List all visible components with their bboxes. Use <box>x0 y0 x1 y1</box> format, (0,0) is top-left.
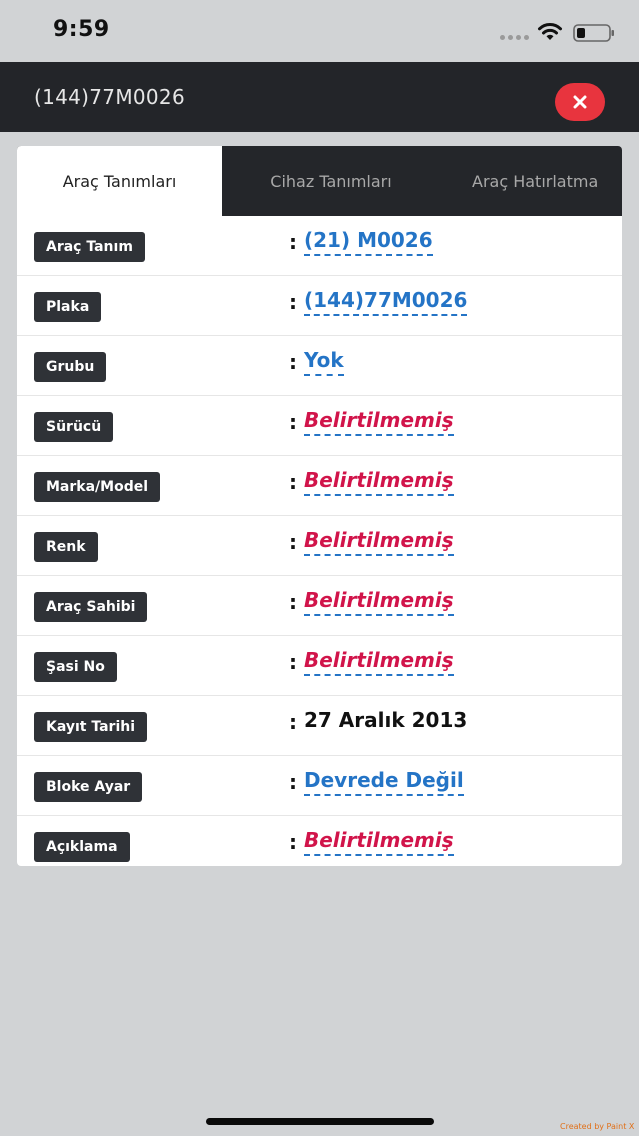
field-label: Grubu <box>34 352 107 382</box>
field-value-unset[interactable]: Belirtilmemiş <box>304 648 454 676</box>
field-value-unset[interactable]: Belirtilmemiş <box>304 828 454 856</box>
detail-row-arac-tanim: Araç Tanım : (21) M0026 <box>17 216 622 276</box>
detail-row-grubu: Grubu : Yok <box>17 336 622 396</box>
field-label: Plaka <box>34 292 102 322</box>
separator-colon: : <box>289 650 297 674</box>
separator-colon: : <box>289 710 297 734</box>
status-bar: 9:59 <box>0 0 639 62</box>
field-value-link[interactable]: (144)77M0026 <box>304 288 468 316</box>
field-label: Şasi No <box>34 652 117 682</box>
field-value-link[interactable]: Devrede Değil <box>304 768 464 796</box>
field-label: Sürücü <box>34 412 114 442</box>
detail-row-surucu: Sürücü : Belirtilmemiş <box>17 396 622 456</box>
detail-row-renk: Renk : Belirtilmemiş <box>17 516 622 576</box>
status-time: 9:59 <box>53 17 110 42</box>
wifi-icon <box>538 23 562 40</box>
field-value-unset[interactable]: Belirtilmemiş <box>304 468 454 496</box>
home-indicator[interactable] <box>206 1118 434 1125</box>
separator-colon: : <box>289 590 297 614</box>
field-value-link[interactable]: (21) M0026 <box>304 228 433 256</box>
separator-colon: : <box>289 530 297 554</box>
watermark: Created by Paint X <box>560 1122 635 1131</box>
field-label: Araç Tanım <box>34 232 145 262</box>
tab-bar: Araç Tanımları Cihaz Tanımları Araç Hatı… <box>17 146 622 216</box>
detail-row-aciklama: Açıklama : Belirtilmemiş <box>17 816 622 866</box>
field-label: Açıklama <box>34 832 130 862</box>
header-bar: (144)77M0026 <box>0 62 639 132</box>
battery-icon <box>573 24 614 42</box>
detail-row-plaka: Plaka : (144)77M0026 <box>17 276 622 336</box>
separator-colon: : <box>289 830 297 854</box>
separator-colon: : <box>289 770 297 794</box>
page-title: (144)77M0026 <box>34 85 185 109</box>
field-label: Kayıt Tarihi <box>34 712 148 742</box>
detail-row-kayit-tarihi: Kayıt Tarihi : 27 Aralık 2013 <box>17 696 622 756</box>
separator-colon: : <box>289 470 297 494</box>
vehicle-details-card: Araç Tanımları Cihaz Tanımları Araç Hatı… <box>17 146 622 866</box>
field-value-text: 27 Aralık 2013 <box>304 708 468 732</box>
field-label: Araç Sahibi <box>34 592 148 622</box>
tab-arac-hatirlatma[interactable]: Araç Hatırlatma <box>447 146 622 216</box>
detail-row-marka-model: Marka/Model : Belirtilmemiş <box>17 456 622 516</box>
field-label: Renk <box>34 532 98 562</box>
separator-colon: : <box>289 350 297 374</box>
field-label: Bloke Ayar <box>34 772 143 802</box>
field-value-unset[interactable]: Belirtilmemiş <box>304 588 454 616</box>
close-icon <box>573 95 587 109</box>
field-value-unset[interactable]: Belirtilmemiş <box>304 408 454 436</box>
tab-cihaz-tanimlari[interactable]: Cihaz Tanımları <box>222 146 440 216</box>
field-value-unset[interactable]: Belirtilmemiş <box>304 528 454 556</box>
field-value-link[interactable]: Yok <box>304 348 344 376</box>
close-button[interactable] <box>555 83 605 121</box>
detail-row-sasi-no: Şasi No : Belirtilmemiş <box>17 636 622 696</box>
detail-row-bloke-ayar: Bloke Ayar : Devrede Değil <box>17 756 622 816</box>
separator-colon: : <box>289 230 297 254</box>
details-list: Araç Tanım : (21) M0026 Plaka : (144)77M… <box>17 216 622 866</box>
tab-arac-tanimlari[interactable]: Araç Tanımları <box>17 146 222 216</box>
separator-colon: : <box>289 290 297 314</box>
separator-colon: : <box>289 410 297 434</box>
cellular-signal-icon <box>500 35 529 40</box>
field-label: Marka/Model <box>34 472 161 502</box>
detail-row-arac-sahibi: Araç Sahibi : Belirtilmemiş <box>17 576 622 636</box>
